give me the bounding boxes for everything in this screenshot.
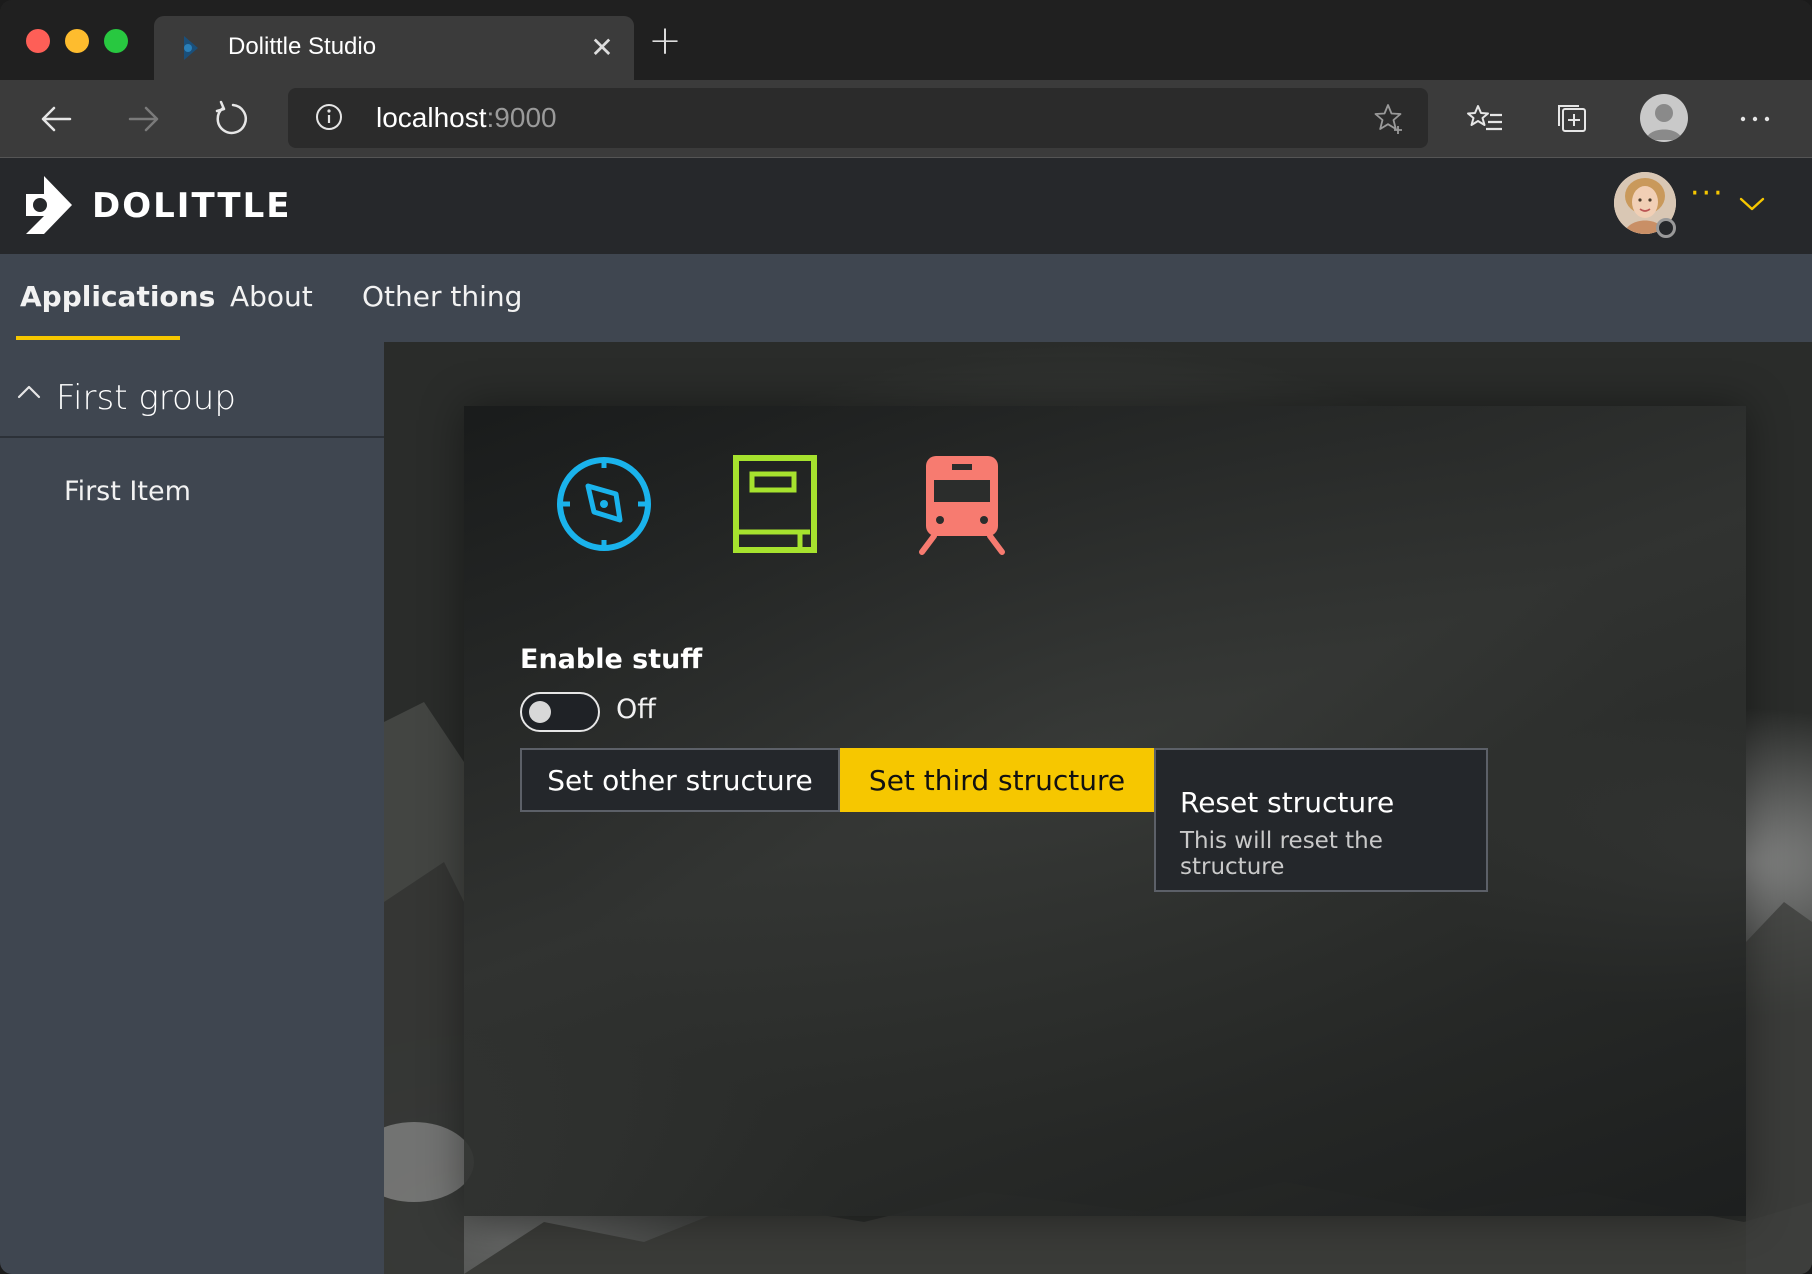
tab-title: Dolittle Studio	[228, 33, 377, 60]
arrow-left-icon	[41, 106, 72, 132]
book-icon[interactable]	[726, 452, 826, 556]
reset-structure-title: Reset structure	[1180, 786, 1395, 819]
add-favorite-icon[interactable]	[1370, 100, 1406, 136]
dolittle-favicon-icon	[184, 36, 198, 60]
nav-item-about[interactable]: About	[230, 280, 313, 313]
close-window-button[interactable]	[26, 29, 50, 53]
forward-button[interactable]	[120, 96, 166, 142]
collections-button[interactable]	[1550, 96, 1596, 142]
reload-button[interactable]	[208, 96, 254, 142]
favorites-list-icon	[1467, 105, 1502, 131]
toggle-state-text: Off	[616, 694, 656, 725]
back-button[interactable]	[34, 96, 80, 142]
favorites-button[interactable]	[1462, 96, 1508, 142]
enable-stuff-toggle[interactable]	[520, 692, 600, 732]
close-tab-icon[interactable]: ✕	[586, 32, 618, 64]
user-more-icon[interactable]: ···	[1690, 176, 1725, 211]
more-horizontal-icon	[1740, 116, 1770, 122]
main-content: Enable stuff Off Set other structure Set…	[384, 342, 1812, 1274]
set-third-structure-button[interactable]: Set third structure	[840, 748, 1154, 812]
train-icon[interactable]	[912, 452, 1012, 556]
refresh-icon	[215, 100, 247, 135]
chevron-down-icon[interactable]	[1738, 194, 1766, 214]
info-icon[interactable]	[314, 102, 344, 132]
browser-window: Dolittle Studio ✕ + localhost:9000 DOLIT…	[0, 0, 1812, 1274]
app-header: DOLITTLE ···	[0, 158, 1812, 254]
browser-profile-icon[interactable]	[1640, 94, 1688, 142]
set-other-structure-button[interactable]: Set other structure	[520, 748, 840, 812]
nav-item-applications[interactable]: Applications	[20, 280, 215, 313]
compass-icon[interactable]	[554, 452, 654, 556]
toggle-knob	[529, 701, 551, 723]
sidebar-group-header[interactable]: First group	[0, 342, 384, 438]
browser-toolbar: localhost:9000	[0, 80, 1812, 158]
maximize-window-button[interactable]	[104, 29, 128, 53]
arrow-right-icon	[128, 106, 159, 132]
sidebar-group-title: First group	[56, 378, 236, 418]
sidebar: First group First Item	[0, 342, 384, 1274]
logo-text: DOLITTLE	[92, 186, 292, 226]
new-tab-button[interactable]: +	[648, 21, 682, 61]
browser-tab[interactable]: Dolittle Studio ✕	[154, 16, 634, 80]
main-nav: Applications About Other thing	[0, 254, 1812, 342]
browser-menu-button[interactable]	[1732, 96, 1778, 142]
address-bar[interactable]: localhost:9000	[288, 88, 1428, 148]
nav-item-other-thing[interactable]: Other thing	[362, 280, 522, 313]
collections-icon	[1558, 105, 1586, 132]
tab-bar: Dolittle Studio ✕ +	[0, 0, 1812, 80]
active-tab-indicator	[16, 336, 180, 340]
toggle-label: Enable stuff	[520, 644, 703, 675]
reset-structure-description: This will reset the structure	[1180, 828, 1383, 880]
chevron-up-icon	[17, 385, 41, 399]
minimize-window-button[interactable]	[65, 29, 89, 53]
url-text: localhost:9000	[376, 102, 557, 133]
sidebar-item-first-item[interactable]: First Item	[64, 476, 191, 507]
presence-status-icon	[1656, 218, 1676, 238]
reset-structure-button[interactable]: Reset structure This will reset the stru…	[1154, 748, 1488, 892]
dolittle-logo-icon[interactable]	[24, 176, 74, 234]
content-panel: Enable stuff Off Set other structure Set…	[464, 406, 1746, 1216]
